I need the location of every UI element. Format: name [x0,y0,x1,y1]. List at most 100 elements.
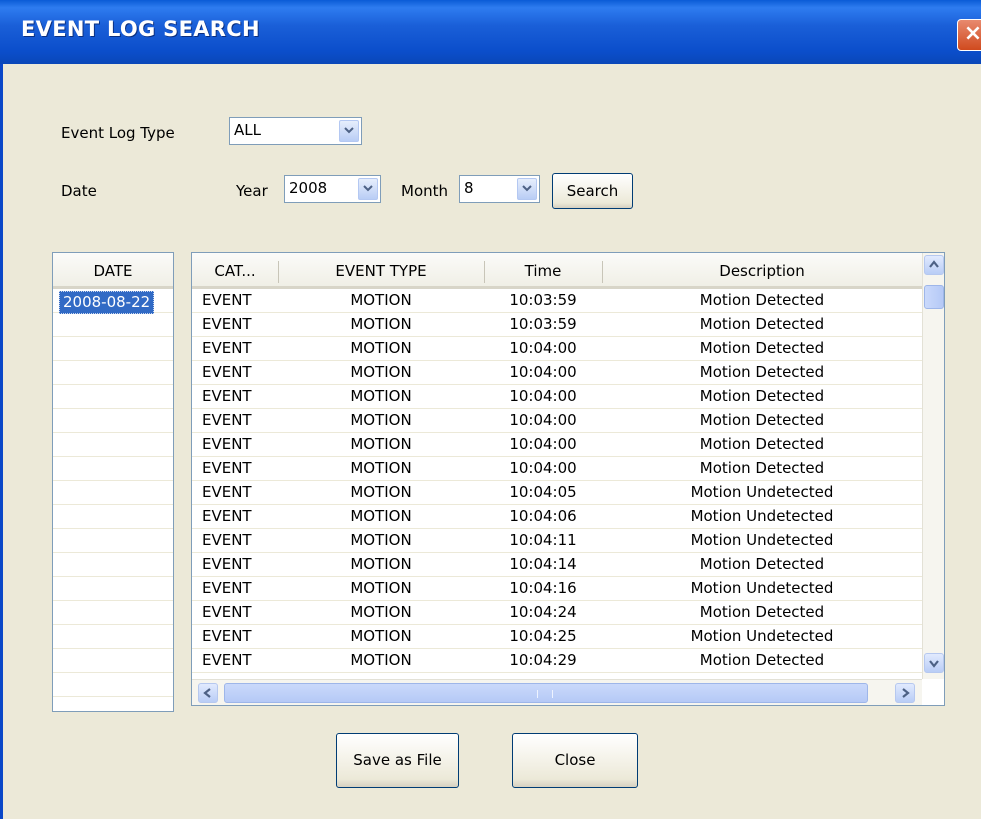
chevron-up-icon[interactable] [924,255,944,275]
chevron-left-icon[interactable] [198,683,218,703]
event-log-type-select[interactable]: ALL [229,117,362,145]
column-header-event-type[interactable]: EVENT TYPE [278,253,484,289]
table-row[interactable]: EVENT MOTION 10:04:25 Motion Undetected [192,625,922,649]
year-value: 2008 [289,179,328,197]
category-cell: EVENT [202,339,252,357]
table-row[interactable]: EVENT MOTION 10:04:14 Motion Detected [192,553,922,577]
column-divider[interactable] [484,261,485,283]
time-cell: 10:04:00 [509,363,577,381]
table-row[interactable]: EVENT MOTION 10:04:11 Motion Undetected [192,529,922,553]
description-cell: Motion Detected [699,555,825,573]
list-item[interactable] [53,481,173,505]
category-cell: EVENT [202,411,252,429]
table-row[interactable]: EVENT MOTION 10:04:00 Motion Detected [192,337,922,361]
list-item[interactable] [53,553,173,577]
time-cell: 10:04:00 [509,339,577,357]
list-item[interactable] [53,601,173,625]
chevron-down-icon[interactable] [339,120,359,142]
description-cell: Motion Detected [699,651,825,669]
event-log-table[interactable]: CAT... EVENT TYPE Time Description EVENT MOT… [191,252,945,706]
list-item[interactable] [53,409,173,433]
list-item[interactable] [53,529,173,553]
date-item-label: 2008-08-22 [59,291,155,314]
save-as-file-button[interactable]: Save as File [336,733,459,788]
date-column-header[interactable]: DATE [53,253,173,289]
event-type-cell: MOTION [350,387,412,405]
description-cell: Motion Detected [699,435,825,453]
title-bar[interactable]: EVENT LOG SEARCH × [0,0,981,64]
event-type-cell: MOTION [350,531,412,549]
table-row[interactable]: EVENT MOTION 10:04:05 Motion Undetected [192,481,922,505]
column-divider[interactable] [278,261,279,283]
time-cell: 10:04:00 [509,459,577,477]
category-cell: EVENT [202,363,252,381]
description-cell: Motion Undetected [690,483,834,501]
horizontal-scroll-thumb[interactable] [224,683,868,703]
event-type-cell: MOTION [350,339,412,357]
table-row[interactable]: EVENT MOTION 10:04:00 Motion Detected [192,433,922,457]
year-select[interactable]: 2008 [284,175,381,203]
table-row[interactable]: EVENT MOTION 10:04:00 Motion Detected [192,361,922,385]
event-type-cell: MOTION [350,651,412,669]
search-button[interactable]: Search [552,173,633,209]
description-cell: Motion Detected [699,411,825,429]
category-cell: EVENT [202,387,252,405]
month-label: Month [401,182,449,200]
table-row[interactable]: EVENT MOTION 10:04:29 Motion Detected [192,649,922,673]
description-cell: Motion Undetected [690,579,834,597]
table-row[interactable]: EVENT MOTION 10:04:00 Motion Detected [192,385,922,409]
month-select[interactable]: 8 [459,175,540,203]
list-item[interactable] [53,577,173,601]
table-row[interactable]: EVENT MOTION 10:03:59 Motion Detected [192,313,922,337]
table-row[interactable]: EVENT MOTION 10:04:06 Motion Undetected [192,505,922,529]
time-cell: 10:04:16 [509,579,577,597]
time-cell: 10:04:29 [509,651,577,669]
event-type-cell: MOTION [350,579,412,597]
event-type-cell: MOTION [350,291,412,309]
list-item[interactable] [53,337,173,361]
list-item[interactable] [53,505,173,529]
horizontal-scrollbar[interactable] [192,679,922,705]
list-item[interactable] [53,649,173,673]
close-window-button[interactable]: × [957,19,981,51]
list-item[interactable] [53,673,173,697]
column-header-time[interactable]: Time [484,253,602,289]
month-value: 8 [464,179,474,197]
category-cell: EVENT [202,315,252,333]
description-cell: Motion Detected [699,315,825,333]
scroll-grip [537,690,553,698]
chevron-down-icon[interactable] [358,178,378,200]
category-cell: EVENT [202,555,252,573]
table-row[interactable]: EVENT MOTION 10:04:16 Motion Undetected [192,577,922,601]
vertical-scroll-thumb[interactable] [924,285,944,309]
column-header-description[interactable]: Description [602,253,922,289]
time-cell: 10:04:24 [509,603,577,621]
chevron-right-icon[interactable] [895,683,915,703]
vertical-scrollbar[interactable] [922,253,944,679]
table-row[interactable]: EVENT MOTION 10:04:24 Motion Detected [192,601,922,625]
event-type-cell: MOTION [350,435,412,453]
list-item[interactable] [53,313,173,337]
column-divider[interactable] [602,261,603,283]
close-button[interactable]: Close [512,733,638,788]
chevron-down-icon[interactable] [924,653,944,673]
list-item[interactable] [53,433,173,457]
column-header-category[interactable]: CAT... [192,253,278,289]
table-row[interactable]: EVENT MOTION 10:04:00 Motion Detected [192,457,922,481]
description-cell: Motion Detected [699,339,825,357]
list-item[interactable] [53,625,173,649]
description-cell: Motion Detected [699,603,825,621]
chevron-down-icon[interactable] [517,178,537,200]
event-type-cell: MOTION [350,459,412,477]
list-item[interactable] [53,385,173,409]
list-item[interactable] [53,457,173,481]
category-cell: EVENT [202,579,252,597]
date-list[interactable]: DATE 2008-08-22 [52,252,174,712]
list-item[interactable] [53,361,173,385]
description-cell: Motion Detected [699,291,825,309]
list-item[interactable]: 2008-08-22 [53,289,173,314]
table-row[interactable]: EVENT MOTION 10:03:59 Motion Detected [192,289,922,313]
table-row[interactable]: EVENT MOTION 10:04:00 Motion Detected [192,409,922,433]
time-cell: 10:04:11 [509,531,577,549]
year-label: Year [236,182,268,200]
